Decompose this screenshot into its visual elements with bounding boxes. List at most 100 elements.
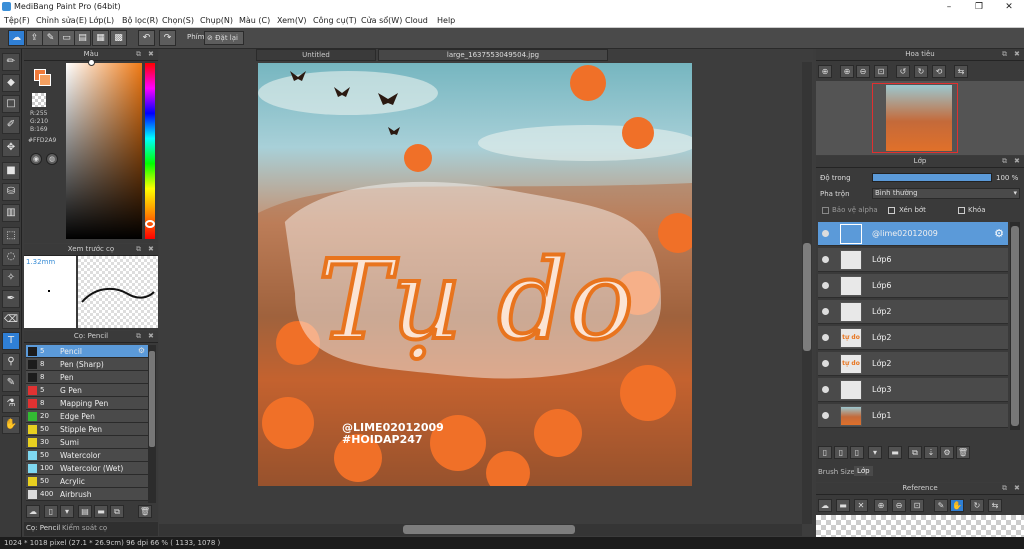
layer-folder-icon[interactable]: ▬ — [888, 446, 902, 459]
magic-wand-icon[interactable]: ✧ — [2, 269, 20, 287]
canvas-vscroll-thumb[interactable] — [803, 243, 811, 351]
gear-icon[interactable]: ⚙ — [138, 346, 145, 355]
cloud-brush-icon[interactable]: ☁ — [26, 505, 40, 518]
menu-cloud[interactable]: Cloud — [405, 16, 428, 25]
tab-untitled[interactable]: Untitled — [256, 49, 376, 61]
select-pen-icon[interactable]: ✒ — [2, 290, 20, 308]
reset-button[interactable]: ⊘ Đặt lại — [204, 31, 244, 45]
visibility-icon[interactable] — [822, 256, 829, 263]
ref-zoom-in-icon[interactable]: ⊕ — [874, 499, 888, 512]
close-ref-icon[interactable]: ✕ — [854, 499, 868, 512]
brush-item[interactable]: 8 Mapping Pen — [26, 397, 148, 410]
panel-close-icon[interactable]: ✖ — [148, 50, 154, 58]
tab-large-jpg[interactable]: large_1637553049504.jpg — [378, 49, 608, 61]
layer-item[interactable]: Lớp1 — [818, 404, 1008, 428]
eyedropper-icon[interactable]: ⚗ — [2, 395, 20, 413]
background-swatch[interactable] — [39, 74, 51, 86]
expand-icon[interactable]: ⧉ — [136, 50, 141, 59]
brush-item[interactable]: 50 Acrylic — [26, 475, 148, 488]
artwork-canvas[interactable]: Tụ do @LIME02012009 #HOIDAP247 — [258, 63, 692, 486]
lasso-tool-icon[interactable]: ◌ — [2, 248, 20, 266]
visibility-icon[interactable] — [822, 412, 829, 419]
brush-item[interactable]: 8 Pen — [26, 371, 148, 384]
gear-icon[interactable]: ⚙ — [994, 227, 1004, 240]
brush-item[interactable]: 50 Watercolor — [26, 449, 148, 462]
text-tool-icon[interactable]: T — [2, 332, 20, 350]
rotate-right-icon[interactable]: ↻ — [914, 65, 928, 78]
visibility-icon[interactable] — [822, 334, 829, 341]
minimize-icon[interactable]: – — [934, 0, 964, 14]
panel-close-icon[interactable]: ✖ — [1014, 157, 1020, 165]
panel-close-icon[interactable]: ✖ — [148, 332, 154, 340]
new-layer-icon[interactable]: ▯ — [818, 446, 832, 459]
maximize-icon[interactable]: ❐ — [964, 0, 994, 14]
layer-item[interactable]: Lớp3 — [818, 378, 1008, 402]
visibility-icon[interactable] — [822, 386, 829, 393]
layer-property-icon[interactable]: ⚙ — [940, 446, 954, 459]
zoom-in-alt-icon[interactable]: ⊕ — [840, 65, 854, 78]
fit-icon[interactable]: ⊡ — [874, 65, 888, 78]
delete-layer-icon[interactable]: 🗑 — [956, 446, 970, 459]
menu-tools[interactable]: Công cụ(T) — [313, 16, 357, 25]
navigator-preview[interactable] — [816, 81, 1024, 155]
ref-hand-icon[interactable]: ✋ — [950, 499, 964, 512]
menu-window[interactable]: Cửa sổ(W) — [361, 16, 402, 25]
layer-item[interactable]: tự do Lớp2 — [818, 352, 1008, 376]
move-tool-icon[interactable]: ✥ — [2, 139, 20, 157]
brush-item[interactable]: 5 Pencil ⚙ — [26, 345, 148, 358]
tab-layer[interactable]: Lớp — [854, 466, 873, 476]
brush-item[interactable]: 30 Sumi — [26, 436, 148, 449]
expand-icon[interactable]: ⧉ — [1002, 484, 1007, 493]
fill-rect-icon[interactable]: ■ — [2, 162, 20, 180]
visibility-icon[interactable] — [822, 230, 829, 237]
brush-item[interactable]: 8 Pen (Sharp) — [26, 358, 148, 371]
clipping-checkbox[interactable] — [888, 207, 895, 214]
layer-scroll-thumb[interactable] — [1011, 226, 1019, 426]
layer-item[interactable]: @lime02012009 ⚙ — [818, 222, 1008, 246]
panel-close-icon[interactable]: ✖ — [1014, 50, 1020, 58]
folder-icon[interactable]: ▬ — [94, 505, 108, 518]
pen-tool-icon[interactable]: ✎ — [2, 374, 20, 392]
ref-flip-icon[interactable]: ⇆ — [988, 499, 1002, 512]
blend-mode-select[interactable]: Bình thường ▾ — [872, 188, 1020, 199]
hue-cursor[interactable] — [145, 220, 155, 228]
layer-list-scrollbar[interactable] — [1010, 222, 1020, 430]
new-brush-icon[interactable]: ▯ — [44, 505, 58, 518]
menu-edit[interactable]: Chỉnh sửa(E) — [36, 16, 87, 25]
menu-select[interactable]: Chọn(S) — [162, 16, 194, 25]
layer-item[interactable]: Lớp6 — [818, 248, 1008, 272]
reset-rotation-icon[interactable]: ⟲ — [932, 65, 946, 78]
zoom-out-icon[interactable]: ⊖ — [856, 65, 870, 78]
menu-help[interactable]: Help — [437, 16, 455, 25]
chat-icon[interactable]: ▭ — [58, 30, 75, 46]
hand-tool-icon[interactable]: ✋ — [2, 416, 20, 434]
new-halftone-layer-icon[interactable]: ▯ — [834, 446, 848, 459]
menu-view[interactable]: Xem(V) — [277, 16, 307, 25]
menu-file[interactable]: Tệp(F) — [4, 16, 30, 25]
select-eraser-icon[interactable]: ⌫ — [2, 311, 20, 329]
dotpen-tool-icon[interactable]: ✐ — [2, 116, 20, 134]
ref-eyedropper-icon[interactable]: ✎ — [934, 499, 948, 512]
add-brush-icon[interactable]: ▾ — [60, 505, 74, 518]
sv-cursor[interactable] — [88, 59, 95, 66]
menu-color[interactable]: Màu (C) — [239, 16, 270, 25]
copy-brush-icon[interactable]: ⧉ — [110, 505, 124, 518]
expand-icon[interactable]: ⧉ — [136, 332, 141, 341]
visibility-icon[interactable] — [822, 308, 829, 315]
brush-list-scrollbar[interactable] — [148, 345, 156, 503]
page-icon[interactable]: ▤ — [74, 30, 91, 46]
ref-rotate-icon[interactable]: ↻ — [970, 499, 984, 512]
brush-item[interactable]: 100 Watercolor (Wet) — [26, 462, 148, 475]
tab-brush-control[interactable]: Kiểm soát cọ — [62, 524, 107, 532]
cloud-icon[interactable]: ☁ — [8, 30, 25, 46]
menu-layer[interactable]: Lớp(L) — [89, 16, 114, 25]
brush-item[interactable]: 5 G Pen — [26, 384, 148, 397]
document-icon[interactable]: ▦ — [92, 30, 109, 46]
expand-icon[interactable]: ⧉ — [136, 245, 141, 254]
duplicate-layer-icon[interactable]: ⧉ — [908, 446, 922, 459]
close-icon[interactable]: ✕ — [994, 0, 1024, 14]
rotate-left-icon[interactable]: ↺ — [896, 65, 910, 78]
bucket-tool-icon[interactable]: ⛁ — [2, 183, 20, 201]
ref-zoom-out-icon[interactable]: ⊖ — [892, 499, 906, 512]
transparent-swatch[interactable] — [32, 93, 46, 107]
